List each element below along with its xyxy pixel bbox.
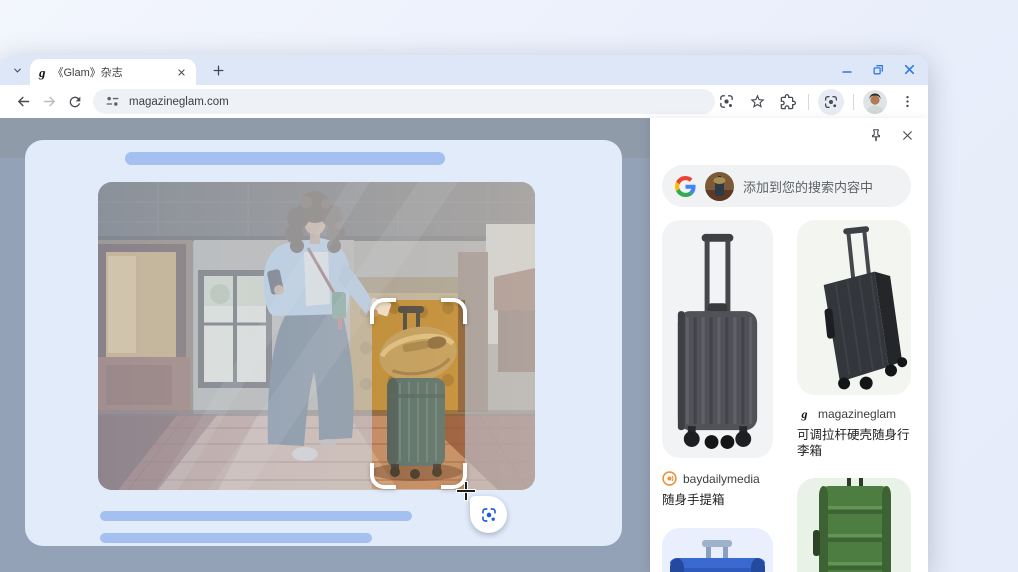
magazineglam-favicon: g [797, 406, 812, 421]
pin-panel-icon[interactable] [867, 126, 885, 144]
url-text: magazineglam.com [129, 96, 229, 108]
results-column-1: baydailymedia 随身手提箱 [662, 220, 773, 572]
address-bar[interactable]: magazineglam.com [93, 89, 715, 114]
plus-icon [212, 64, 225, 77]
lens-selection-button[interactable] [470, 496, 507, 533]
lens-scrim [0, 489, 650, 572]
tab-title: 《Glam》杂志 [53, 64, 167, 80]
selection-handle-bottom-left[interactable] [370, 463, 396, 489]
result-source-row[interactable]: baydailymedia [662, 471, 773, 486]
browser-window: g 《Glam》杂志 [0, 55, 928, 572]
browser-toolbar: magazineglam.com [0, 85, 928, 118]
lens-panel-toggle-active[interactable] [818, 89, 844, 115]
restore-window-button[interactable] [871, 62, 885, 76]
search-placeholder: 添加到您的搜索内容中 [743, 177, 873, 196]
bookmark-star-icon[interactable] [746, 91, 768, 113]
lens-search-box[interactable]: 添加到您的搜索内容中 [662, 165, 911, 207]
window-controls [840, 61, 916, 77]
visual-matches: baydailymedia 随身手提箱 [662, 220, 911, 572]
webpage-viewport [0, 118, 650, 572]
lens-icon [480, 506, 498, 524]
selection-handle-top-right[interactable] [441, 298, 467, 324]
google-logo [675, 176, 696, 197]
back-button[interactable] [10, 89, 36, 115]
lens-side-panel: 添加到您的搜索内容中 [650, 118, 928, 572]
result-source: baydailymedia [683, 472, 760, 486]
chevron-down-icon [12, 65, 23, 76]
result-title[interactable]: 可调拉杆硬壳随身行李箱 [797, 427, 911, 460]
results-column-2: g magazineglam 可调拉杆硬壳随身行李箱 [797, 220, 911, 572]
lens-search-icon[interactable] [715, 91, 737, 113]
site-favicon-g: g [39, 66, 46, 79]
minimize-button[interactable] [840, 62, 854, 76]
product-card-blue-suitcase[interactable] [662, 528, 773, 572]
selected-region-thumbnail [705, 172, 734, 201]
panel-header [867, 126, 916, 144]
extensions-icon[interactable] [777, 91, 799, 113]
tab-close-icon[interactable] [173, 64, 189, 80]
toolbar-right-icons [715, 89, 918, 115]
menu-kebab-icon[interactable] [896, 91, 918, 113]
toolbar-divider [808, 94, 809, 110]
active-tab[interactable]: g 《Glam》杂志 [30, 59, 196, 85]
site-info-icon[interactable] [105, 94, 120, 109]
product-card-gray-suitcase[interactable] [662, 220, 773, 458]
lens-marketing-screenshot: { "browser": { "tab_title": "《Glam》杂志", … [0, 0, 1018, 572]
product-card-green-suitcase[interactable] [797, 478, 911, 572]
forward-button[interactable] [36, 89, 62, 115]
tab-strip: g 《Glam》杂志 [0, 55, 928, 85]
result-title[interactable]: 随身手提箱 [662, 492, 773, 508]
lens-scrim [0, 300, 372, 489]
result-source-row[interactable]: g magazineglam [797, 406, 911, 421]
tab-search-button[interactable] [6, 59, 28, 81]
close-panel-icon[interactable] [898, 126, 916, 144]
profile-avatar[interactable] [863, 90, 887, 114]
lens-scrim [465, 300, 650, 489]
baydailymedia-favicon [662, 471, 677, 486]
result-source: magazineglam [818, 407, 896, 421]
reload-button[interactable] [62, 89, 88, 115]
selection-handle-top-left[interactable] [370, 298, 396, 324]
toolbar-divider [853, 94, 854, 110]
new-tab-button[interactable] [208, 60, 228, 80]
lens-scrim [0, 118, 650, 300]
product-card-dark-suitcase[interactable] [797, 220, 911, 395]
close-window-button[interactable] [902, 62, 916, 76]
